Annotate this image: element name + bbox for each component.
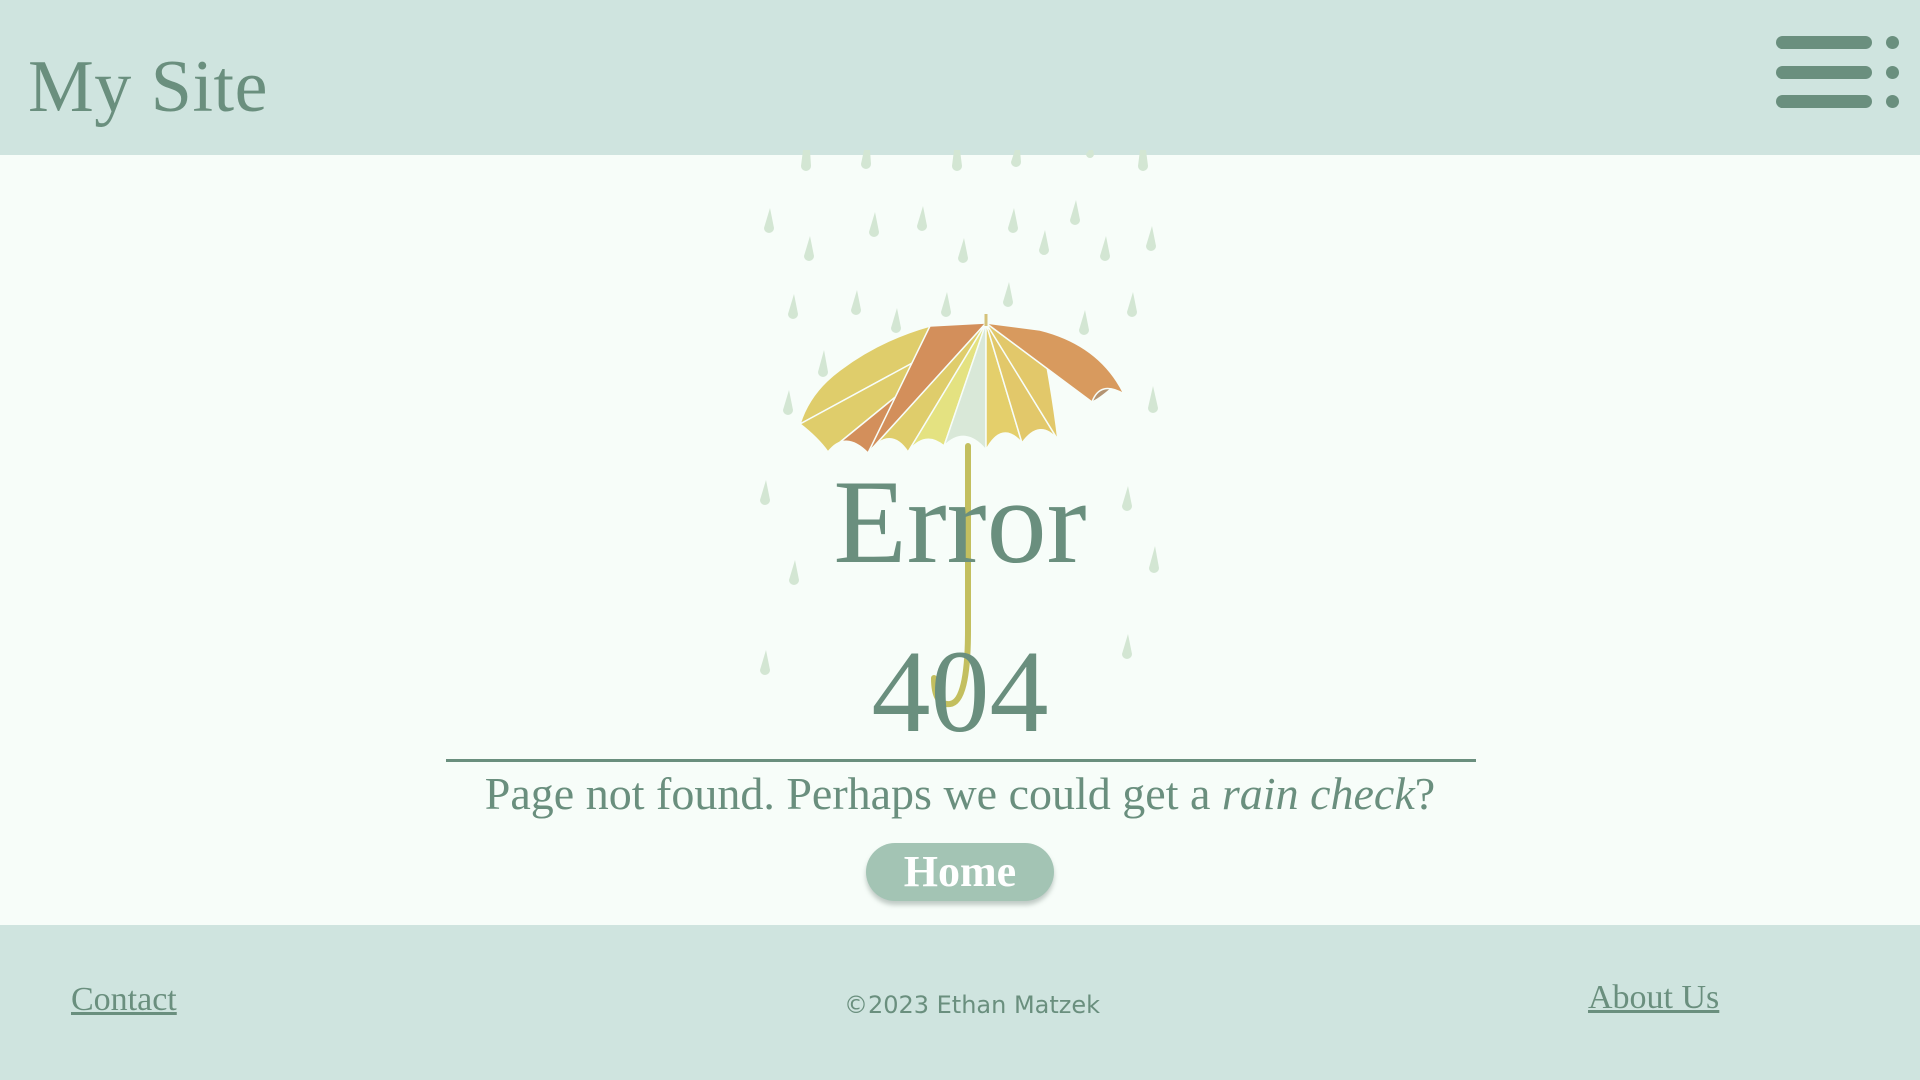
message-text: Page not found. Perhaps we could get a bbox=[484, 768, 1222, 819]
error-heading: Error bbox=[833, 455, 1087, 588]
home-button[interactable]: Home bbox=[866, 843, 1054, 901]
message-emphasis: rain check bbox=[1221, 768, 1415, 819]
hamburger-menu-icon[interactable] bbox=[1772, 30, 1904, 114]
menu-dot bbox=[1886, 36, 1899, 49]
menu-dot bbox=[1886, 66, 1899, 79]
about-us-link[interactable]: About Us bbox=[1588, 977, 1719, 1019]
umbrella-canopy bbox=[799, 322, 1125, 454]
error-message: Page not found. Perhaps we could get a r… bbox=[0, 766, 1920, 822]
menu-dot bbox=[1886, 95, 1899, 108]
menu-bar bbox=[1776, 36, 1872, 49]
site-footer: Contact ©2023 Ethan Matzek About Us bbox=[0, 925, 1920, 1080]
divider bbox=[446, 759, 1476, 762]
error-code: 404 bbox=[871, 626, 1049, 757]
site-header: My Site bbox=[0, 0, 1920, 155]
menu-bar bbox=[1776, 66, 1872, 79]
message-suffix: ? bbox=[1414, 768, 1436, 819]
site-title[interactable]: My Site bbox=[28, 42, 268, 132]
menu-bar bbox=[1776, 95, 1872, 108]
